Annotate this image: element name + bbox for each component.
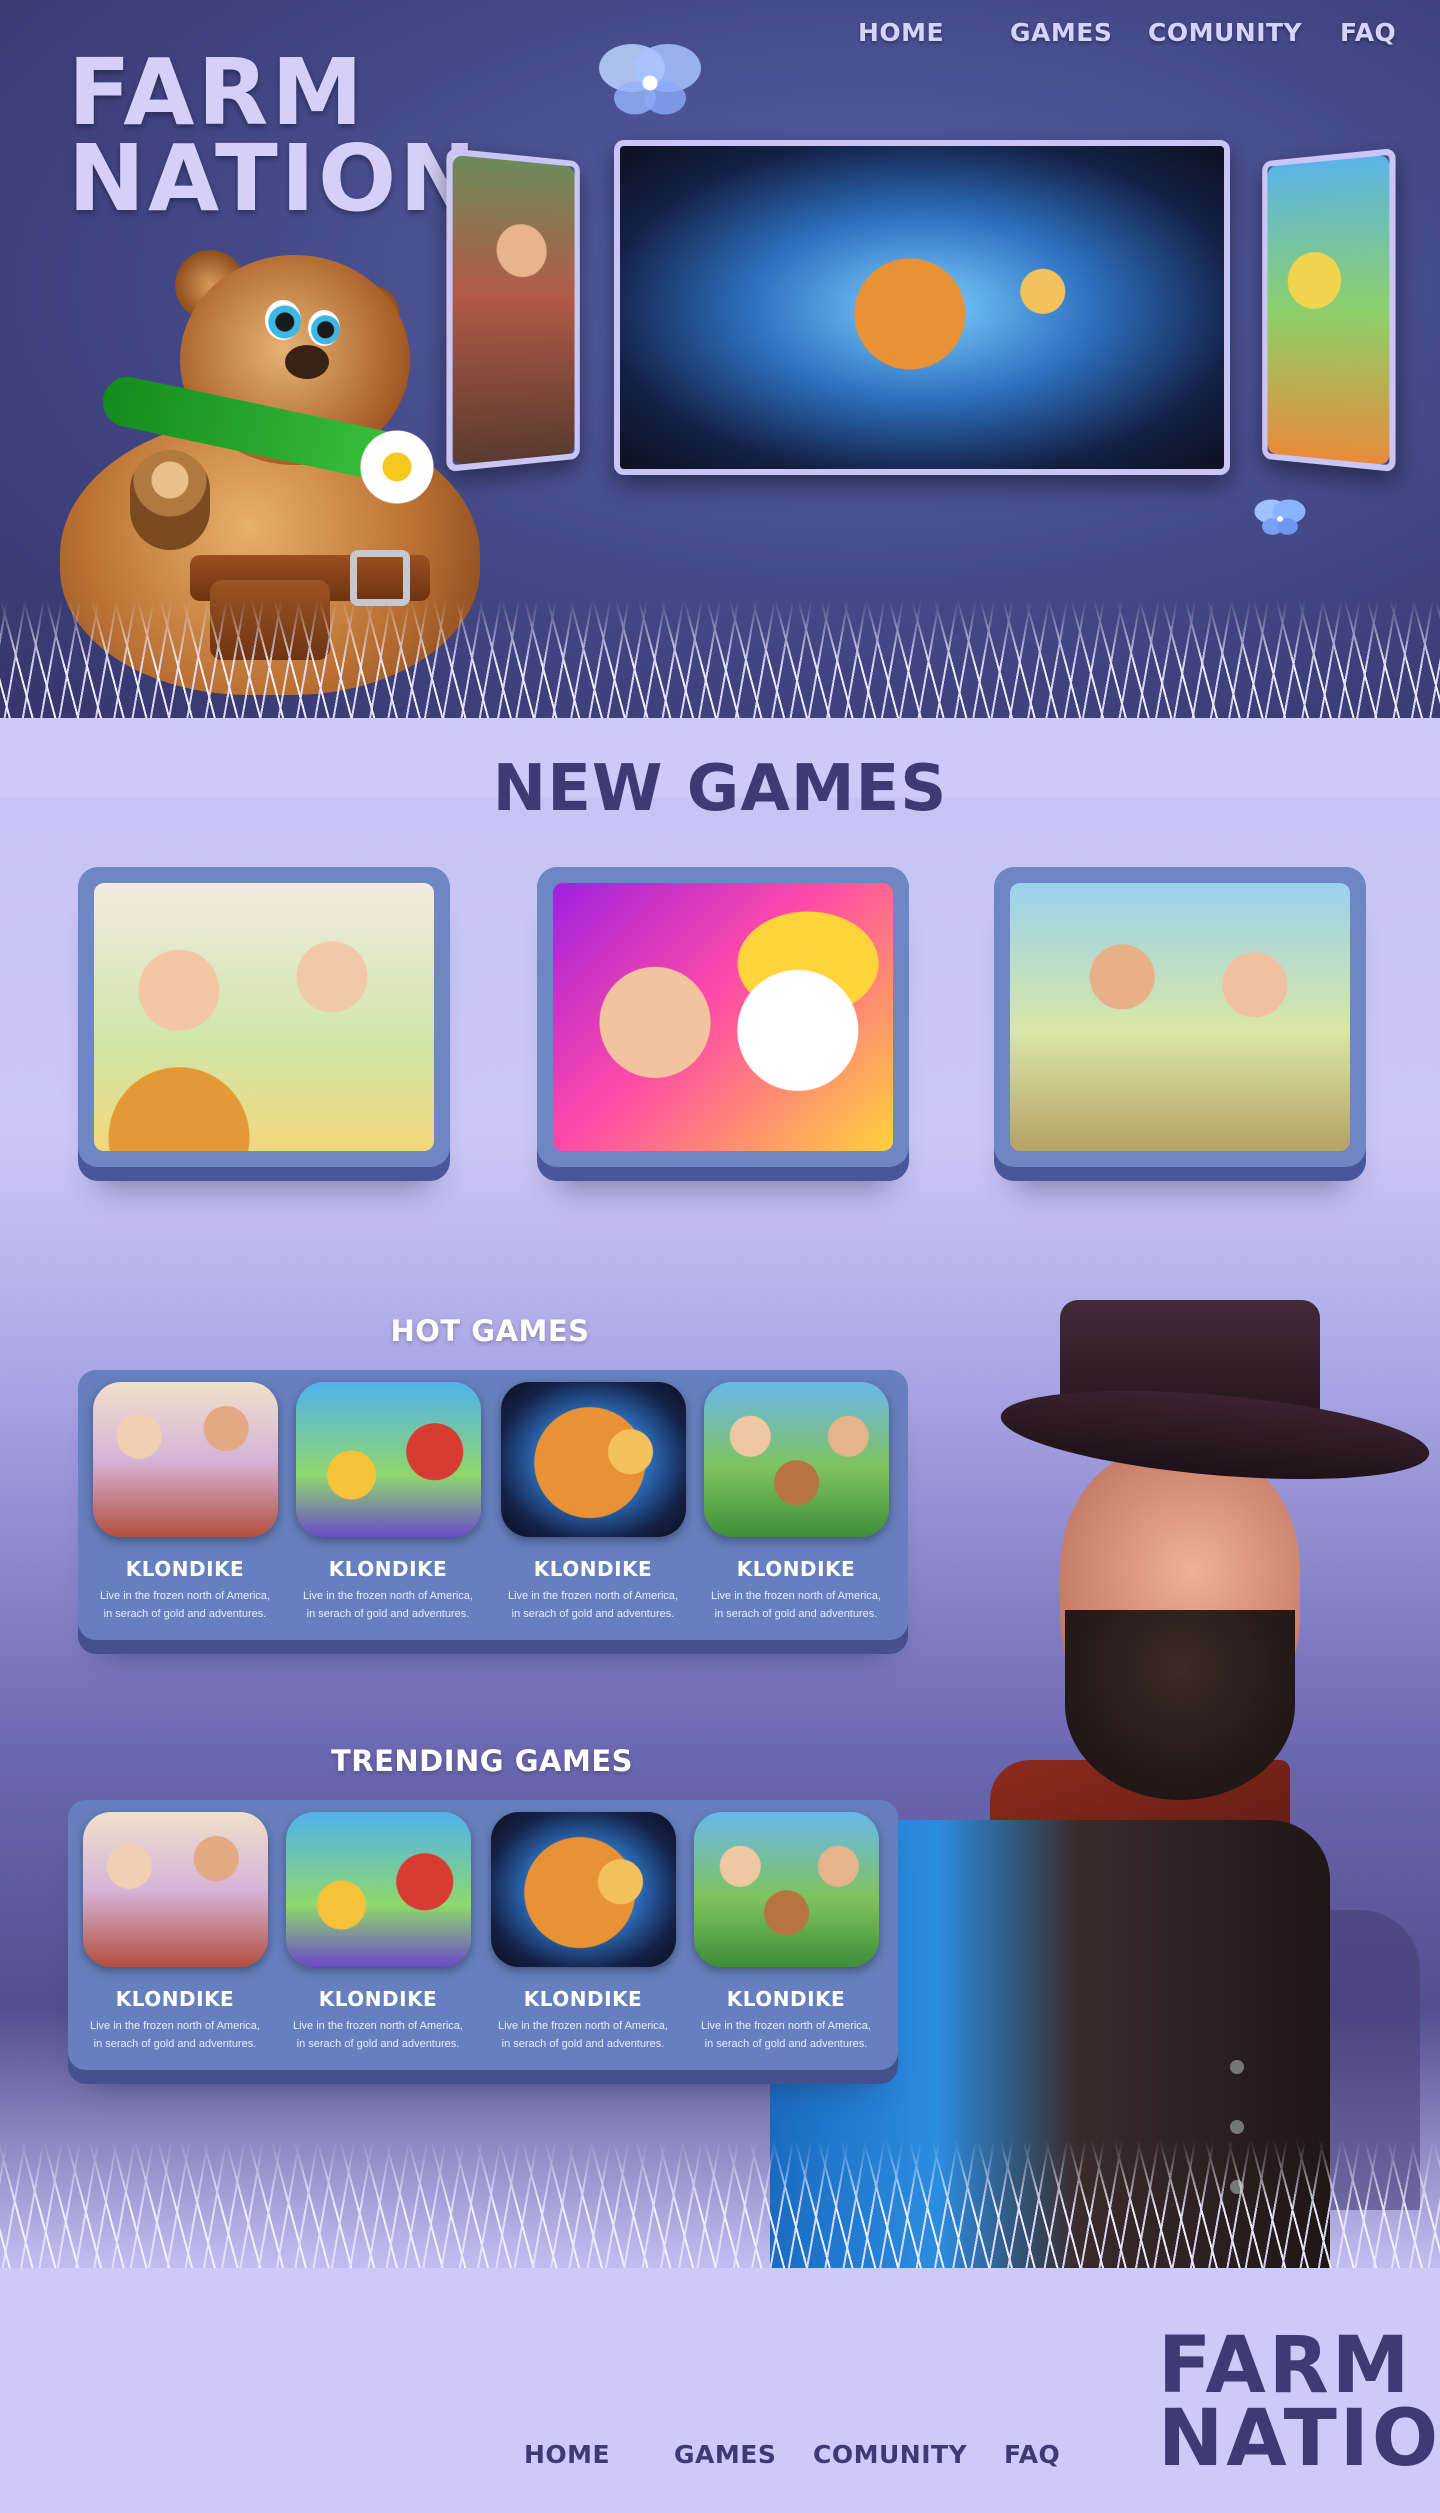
game-thumbnail [693,1812,879,1967]
trending-game-item[interactable]: KLONDIKE Live in the frozen north of Ame… [80,1812,270,2053]
brand-logo[interactable]: FARM NATION [68,39,480,232]
nav-games-link[interactable]: GAMES [1010,18,1112,47]
daisy-flower [360,430,434,504]
butterfly-icon [1254,499,1306,535]
game-name: KLONDIKE [533,1557,653,1581]
footer-nav-community-link[interactable]: COMUNITY [813,2440,967,2469]
hot-game-item[interactable]: KLONDIKE Live in the frozen north of Ame… [293,1382,483,1623]
brand-logo-line1: FARM [68,39,366,146]
game-description: Live in the frozen north of America, in s… [508,1590,678,1620]
game-name: KLONDIKE [726,1987,846,2011]
game-art [553,883,893,1151]
game-description: Live in the frozen north of America, in s… [498,2020,668,2050]
hot-games-panel: KLONDIKE Live in the frozen north of Ame… [78,1370,908,1640]
footer-brand-line2: NATION [1158,2393,1440,2484]
game-description: Live in the frozen north of America, in s… [701,2020,871,2050]
game-thumbnail [82,1812,268,1967]
hot-game-item[interactable]: KLONDIKE Live in the frozen north of Ame… [498,1382,688,1623]
footer-brand-logo[interactable]: FARM NATION [1158,2321,1440,2484]
trending-game-item[interactable]: KLONDIKE Live in the frozen north of Ame… [283,1812,473,2053]
game-name: KLONDIKE [115,1987,235,2011]
footer-nav-faq-link[interactable]: FAQ [1004,2440,1060,2469]
brand-logo-line2: NATION [68,124,480,232]
hot-game-item[interactable]: KLONDIKE Live in the frozen north of Ame… [701,1382,891,1623]
footer-nav-home-link[interactable]: HOME [524,2440,610,2469]
cowboy-vest-buttons [1230,2060,1244,2074]
game-name: KLONDIKE [125,1557,245,1581]
grass-divider [0,2140,1440,2270]
carousel-slide-active[interactable] [614,140,1230,475]
game-description: Live in the frozen north of America, in s… [711,1590,881,1620]
game-description: Live in the frozen north of America, in s… [303,1590,473,1620]
grass-divider [0,600,1440,720]
hot-games-title: HOT GAMES [390,1314,590,1348]
new-games-title: NEW GAMES [492,752,948,826]
new-game-card[interactable] [537,867,909,1167]
trending-games-title: TRENDING GAMES [330,1744,634,1778]
game-name: KLONDIKE [523,1987,643,2011]
footer-nav: HOME GAMES COMUNITY FAQ [0,2440,1150,2480]
game-name: KLONDIKE [736,1557,856,1581]
cowboy-beard [1065,1610,1295,1800]
trending-games-panel: KLONDIKE Live in the frozen north of Ame… [68,1800,898,2070]
bear-eye [308,310,340,346]
footer-brand-line1: FARM [1158,2321,1413,2411]
game-name: KLONDIKE [318,1987,438,2011]
game-thumbnail [285,1812,471,1967]
game-thumbnail [703,1382,889,1537]
trending-game-item[interactable]: KLONDIKE Live in the frozen north of Ame… [488,1812,678,2053]
game-thumbnail [295,1382,481,1537]
game-art [1267,154,1390,466]
nav-home-link[interactable]: HOME [858,18,944,47]
trending-game-item[interactable]: KLONDIKE Live in the frozen north of Ame… [691,1812,881,2053]
game-art [620,146,1224,469]
bear-buckle [350,550,410,606]
game-description: Live in the frozen north of America, in s… [90,2020,260,2050]
game-art [94,883,434,1151]
game-art [1010,883,1350,1151]
game-thumbnail [490,1812,676,1967]
carousel-slide-next[interactable] [1262,147,1396,473]
butterfly-icon [599,44,701,115]
wood-log [130,450,210,550]
nav-community-link[interactable]: COMUNITY [1148,18,1302,47]
game-description: Live in the frozen north of America, in s… [293,2020,463,2050]
hot-game-item[interactable]: KLONDIKE Live in the frozen north of Ame… [90,1382,280,1623]
game-thumbnail [92,1382,278,1537]
footer-nav-games-link[interactable]: GAMES [674,2440,776,2469]
bear-nose [285,345,329,379]
game-description: Live in the frozen north of America, in s… [100,1590,270,1620]
bear-eye [265,300,301,340]
game-thumbnail [500,1382,686,1537]
new-game-card[interactable] [78,867,450,1167]
nav-faq-link[interactable]: FAQ [1340,18,1396,47]
game-name: KLONDIKE [328,1557,448,1581]
new-game-card[interactable] [994,867,1366,1167]
